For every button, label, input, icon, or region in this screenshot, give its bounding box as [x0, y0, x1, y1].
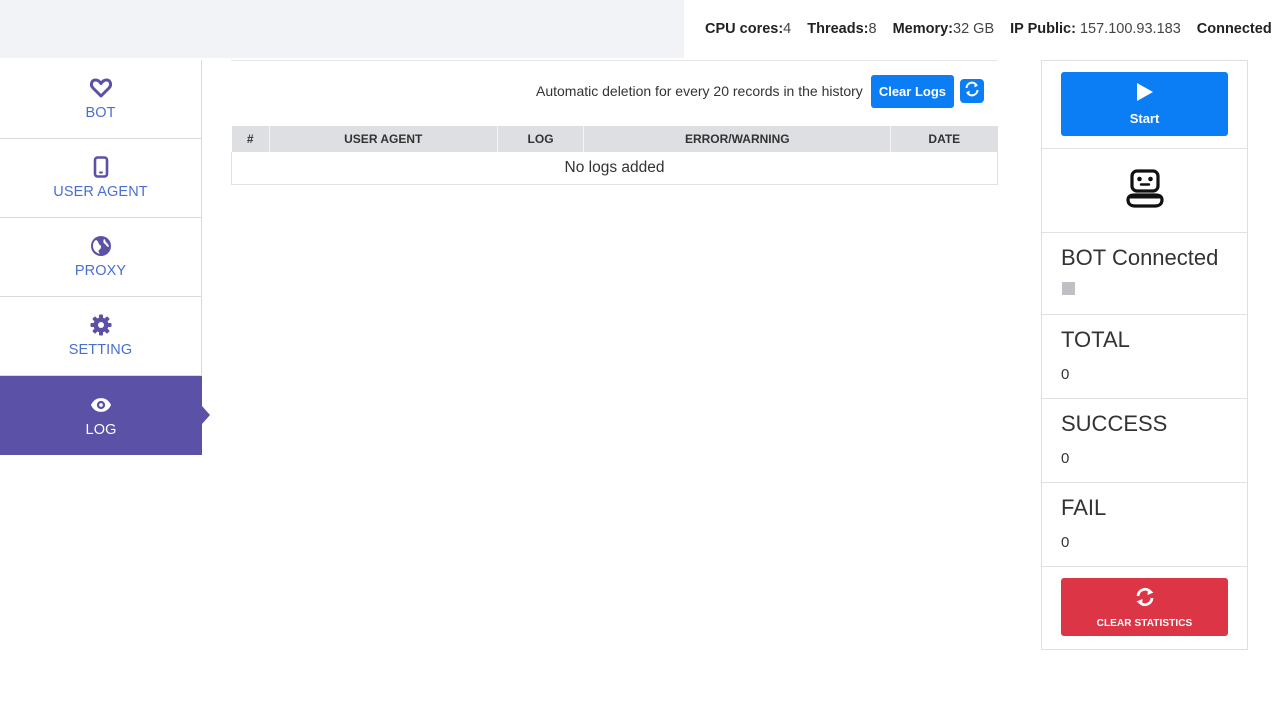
table-header-row: # USER AGENT LOG ERROR/WARNING DATE — [231, 126, 998, 152]
sidebar: BOT USER AGENT PROXY SETTING LOG — [0, 60, 210, 455]
log-toolbar: Automatic deletion for every 20 records … — [231, 61, 998, 121]
total-label: TOTAL — [1061, 327, 1130, 352]
sidebar-item-proxy[interactable]: PROXY — [0, 218, 202, 297]
fail-label: FAIL — [1061, 495, 1107, 520]
top-bar: CPU cores:4 Threads:8 Memory:32 GB IP Pu… — [0, 0, 1280, 58]
auto-delete-note: Automatic deletion for every 20 records … — [535, 83, 863, 99]
ip-info: IP Public: 157.100.93.183 — [1010, 21, 1181, 37]
fail-value: 0 — [1061, 534, 1070, 551]
memory-info: Memory:32 GB — [892, 21, 995, 37]
sidebar-item-label: BOT — [85, 105, 116, 121]
column-error-warning: ERROR/WARNING — [583, 126, 892, 152]
clear-statistics-label: CLEAR STATISTICS — [1096, 617, 1193, 629]
clear-statistics-button[interactable]: CLEAR STATISTICS — [1061, 578, 1228, 636]
threads-info: Threads:8 — [807, 21, 877, 37]
column-user-agent: USER AGENT — [269, 126, 498, 152]
success-value: 0 — [1061, 450, 1070, 467]
refresh-button[interactable] — [960, 79, 984, 103]
refresh-icon — [963, 80, 981, 103]
connection-status: Connected — [1196, 21, 1272, 37]
bot-icon-section — [1042, 149, 1247, 233]
table-row: No logs added — [231, 152, 998, 185]
total-value: 0 — [1061, 366, 1070, 383]
success-label: SUCCESS — [1061, 411, 1168, 436]
clear-logs-button[interactable]: Clear Logs — [870, 74, 954, 108]
total-section: TOTAL 0 — [1042, 315, 1247, 399]
start-button[interactable]: Start — [1061, 72, 1228, 136]
sidebar-item-label: SETTING — [68, 342, 133, 358]
sidebar-item-label: PROXY — [74, 263, 127, 279]
system-info: CPU cores:4 Threads:8 Memory:32 GB IP Pu… — [684, 0, 1280, 58]
fail-section: FAIL 0 — [1042, 483, 1247, 567]
column-log: LOG — [497, 126, 585, 152]
start-label: Start — [1129, 111, 1160, 126]
sidebar-item-label: USER AGENT — [53, 184, 148, 200]
sidebar-item-setting[interactable]: SETTING — [0, 297, 202, 376]
log-panel: Automatic deletion for every 20 records … — [231, 60, 998, 185]
play-icon — [1136, 82, 1154, 107]
cpu-info: CPU cores:4 — [705, 21, 792, 37]
log-table: # USER AGENT LOG ERROR/WARNING DATE No l… — [231, 126, 998, 185]
eye-icon — [90, 394, 112, 416]
status-indicator — [1062, 282, 1075, 295]
clear-stats-section: CLEAR STATISTICS — [1042, 567, 1247, 649]
sidebar-item-user-agent[interactable]: USER AGENT — [0, 139, 202, 218]
mobile-icon — [90, 156, 112, 178]
bot-status-section: BOT Connected — [1042, 233, 1247, 315]
start-section: Start — [1042, 61, 1247, 149]
gear-icon — [90, 314, 112, 336]
heart-icon — [89, 77, 112, 99]
sidebar-item-bot[interactable]: BOT — [0, 60, 202, 139]
refresh-icon — [1134, 586, 1156, 613]
column-number: # — [231, 126, 270, 152]
robot-icon — [1122, 166, 1168, 223]
success-section: SUCCESS 0 — [1042, 399, 1247, 483]
sidebar-item-label: LOG — [85, 421, 117, 438]
bot-status-title: BOT Connected — [1061, 245, 1219, 270]
sidebar-item-log[interactable]: LOG — [0, 376, 210, 455]
stats-panel: Start BOT Connected TOTAL 0 SUCCESS 0 FA… — [1041, 60, 1248, 650]
globe-icon — [90, 235, 112, 257]
column-date: DATE — [890, 126, 998, 152]
empty-message: No logs added — [231, 152, 998, 185]
